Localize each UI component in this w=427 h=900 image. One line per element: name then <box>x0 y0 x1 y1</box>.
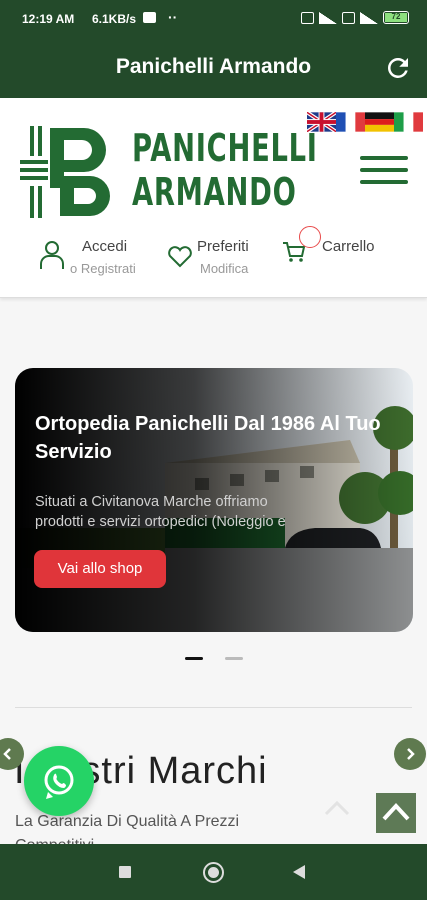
flag-it-icon[interactable] <box>394 112 423 132</box>
battery-level: 72 <box>385 13 407 22</box>
scroll-to-top-button[interactable] <box>376 793 416 833</box>
status-bar: 12:19 AM 6.1KB/s ·· 72 <box>0 0 427 40</box>
whatsapp-button[interactable] <box>24 746 94 816</box>
status-network-speed: 6.1KB/s <box>92 12 137 26</box>
brands-next-button[interactable] <box>394 738 426 770</box>
chevron-up-icon <box>324 800 350 816</box>
language-flags <box>307 112 423 132</box>
hero-subtitle: Situati a Civitanova Marche offriamo pro… <box>35 492 390 532</box>
hd-icon <box>301 11 314 24</box>
hd-icon-2 <box>342 11 355 24</box>
login-label: Accedi <box>82 238 128 255</box>
message-icon <box>143 12 156 23</box>
app-bar: Panichelli Armando <box>0 40 427 98</box>
slider-dot-2[interactable] <box>225 657 243 660</box>
cart-label: Carrello <box>322 238 375 255</box>
refresh-icon[interactable] <box>383 53 413 83</box>
menu-icon[interactable] <box>360 156 408 188</box>
whatsapp-icon <box>44 765 74 799</box>
logo-mark-icon <box>20 126 110 218</box>
menu-bar-2 <box>360 168 408 172</box>
heart-icon <box>168 246 192 268</box>
logo-text-line2: ARMANDO <box>132 170 297 214</box>
favorites-label: Preferiti <box>197 238 249 255</box>
status-more-icon: ·· <box>168 9 178 25</box>
hero-title: Ortopedia Panichelli Dal 1986 Al Tuo Ser… <box>35 413 381 463</box>
slider-dot-1[interactable] <box>185 657 203 660</box>
recent-apps-icon[interactable] <box>119 866 131 878</box>
hero-subtitle-line2: prodotti e servizi ortopedici (Noleggio … <box>35 514 286 530</box>
user-icon <box>40 241 64 269</box>
battery-icon: 72 <box>383 11 409 24</box>
hero-slide[interactable]: Ortopedia Panichelli Dal 1986 Al Tuo Ser… <box>15 368 413 632</box>
flag-uk-icon[interactable] <box>307 112 336 132</box>
section-divider <box>15 707 412 708</box>
site-header: PANICHELLI ARMANDO Accedi o Registrati P… <box>0 98 427 298</box>
flag-fr-icon[interactable] <box>336 112 365 132</box>
favorites-edit-label[interactable]: Modifica <box>200 261 248 276</box>
flag-de-icon[interactable] <box>365 112 394 132</box>
cart-badge <box>299 226 321 248</box>
system-navigation-bar <box>0 844 427 900</box>
register-label[interactable]: o Registrati <box>70 261 136 276</box>
chevron-right-icon <box>407 748 415 760</box>
signal-icon <box>319 11 337 24</box>
hero-subtitle-line1: Situati a Civitanova Marche offriamo <box>35 494 268 510</box>
slider-pagination <box>185 657 243 660</box>
arrow-up-icon <box>382 803 410 821</box>
status-time: 12:19 AM <box>22 12 75 26</box>
signal-icon-2 <box>360 11 378 24</box>
back-icon[interactable] <box>293 865 305 879</box>
menu-bar-1 <box>360 156 408 160</box>
menu-bar-3 <box>360 180 408 184</box>
app-title: Panichelli Armando <box>115 55 312 78</box>
logo-text-line1: PANICHELLI <box>132 126 318 170</box>
chevron-left-icon <box>3 748 11 760</box>
shop-button[interactable]: Vai allo shop <box>34 550 166 588</box>
home-icon[interactable] <box>203 862 224 883</box>
